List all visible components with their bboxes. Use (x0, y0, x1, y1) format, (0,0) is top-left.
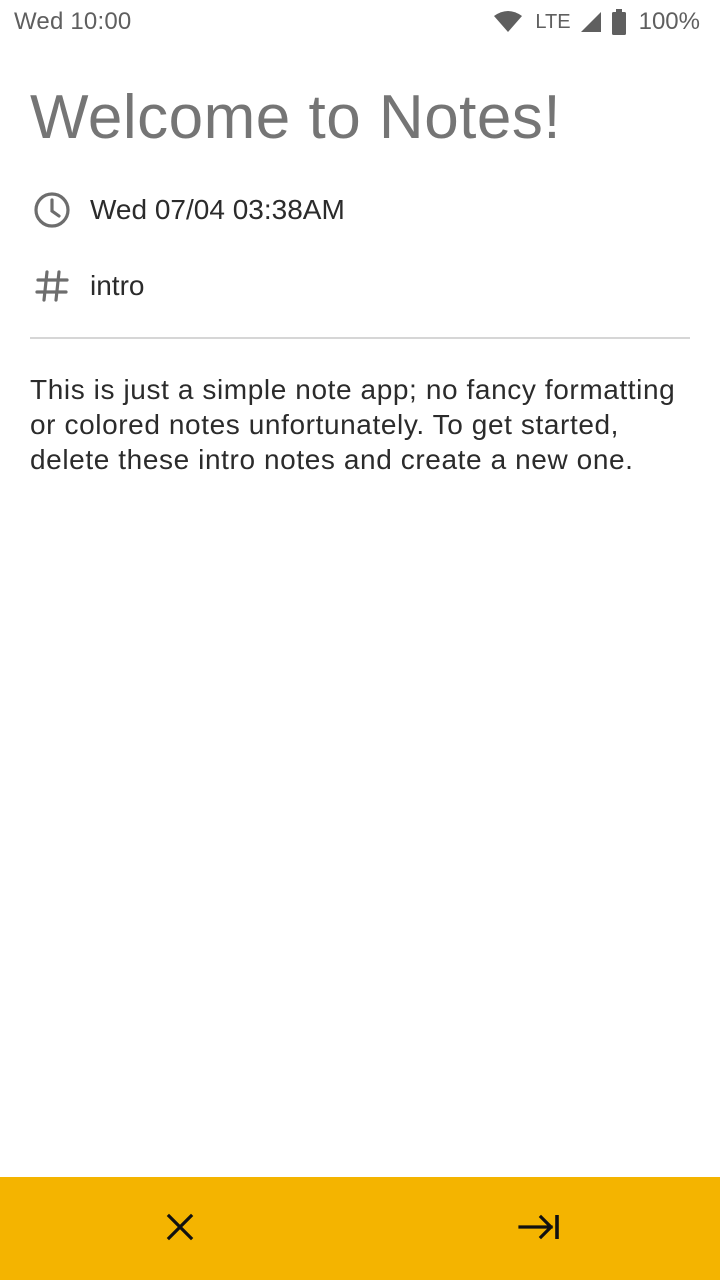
hashtag-icon (30, 264, 74, 308)
skip-next-icon (517, 1212, 561, 1247)
status-icons: LTE 100% (493, 6, 700, 38)
battery-percent: 100% (638, 8, 700, 35)
note-screen: Wed 10:00 LTE 100% Welcome to Notes! Wed… (0, 0, 720, 1280)
bottom-action-bar (0, 1177, 720, 1280)
note-title[interactable]: Welcome to Notes! (30, 82, 561, 153)
status-time: Wed 10:00 (14, 8, 132, 35)
signal-icon (579, 10, 603, 34)
note-date: Wed 07/04 03:38AM (90, 194, 345, 225)
divider (30, 337, 690, 339)
close-icon (165, 1212, 195, 1247)
next-note-button[interactable] (507, 1197, 571, 1261)
clock-icon (30, 188, 74, 232)
note-tag: intro (90, 270, 145, 301)
note-date-row[interactable]: Wed 07/04 03:38AM (30, 188, 345, 232)
note-tag-row[interactable]: intro (30, 264, 144, 308)
battery-icon (611, 9, 627, 35)
close-button[interactable] (148, 1197, 212, 1261)
network-type: LTE (535, 10, 571, 33)
status-bar: Wed 10:00 LTE 100% (0, 0, 720, 44)
note-body[interactable]: This is just a simple note app; no fancy… (30, 372, 690, 477)
wifi-icon (493, 10, 523, 34)
